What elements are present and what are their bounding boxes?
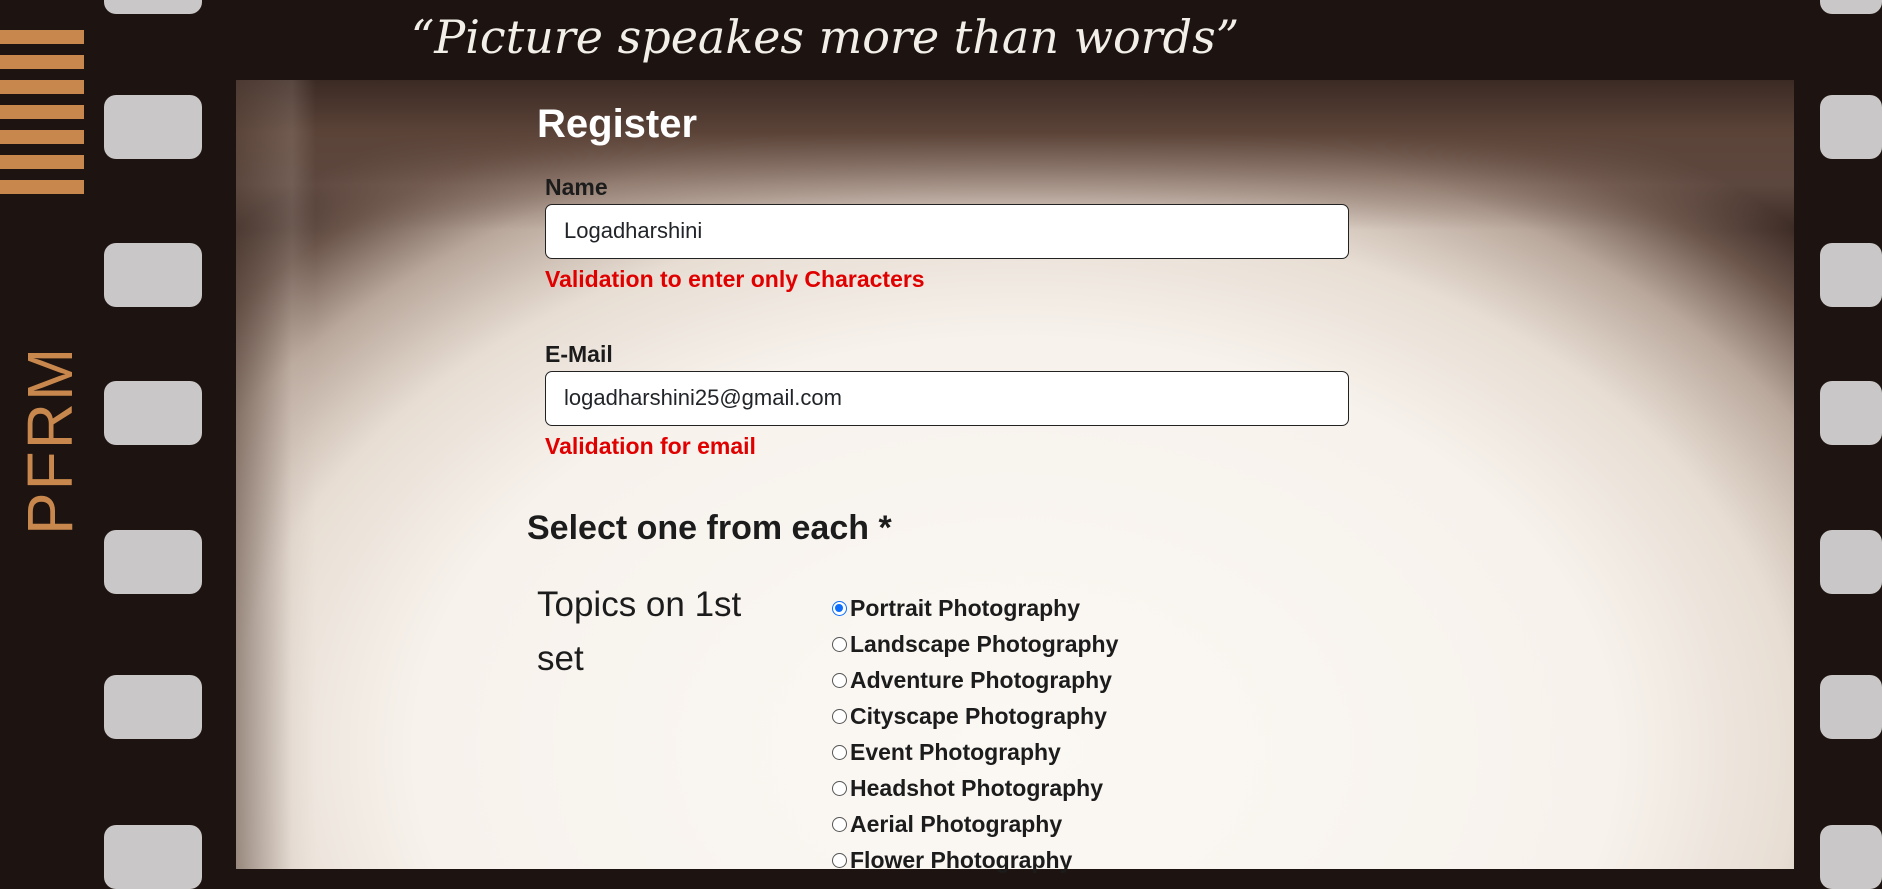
radio-option[interactable]: Aerial Photography (832, 806, 1118, 842)
radio-option[interactable]: Cityscape Photography (832, 698, 1118, 734)
sprocket-hole (104, 95, 202, 159)
sprocket-hole (1820, 0, 1882, 14)
film-strip-right (1794, 0, 1882, 889)
email-field[interactable]: logadharshini25@gmail.com (545, 371, 1349, 426)
radio-button[interactable] (832, 600, 847, 616)
sprocket-hole (1820, 530, 1882, 594)
radio-button[interactable] (832, 816, 847, 832)
radio-option[interactable]: Event Photography (832, 734, 1118, 770)
radio-button[interactable] (832, 636, 847, 652)
sprocket-hole (104, 675, 202, 739)
radio-option-label: Headshot Photography (850, 774, 1104, 801)
sprocket-hole (1820, 675, 1882, 739)
sprocket-hole (104, 825, 202, 889)
tagline-quote: “Picture speakes more than words” (410, 10, 1240, 64)
radio-option[interactable]: Adventure Photography (832, 662, 1118, 698)
radio-option[interactable]: Landscape Photography (832, 626, 1118, 662)
radio-option[interactable]: Headshot Photography (832, 770, 1118, 806)
sprocket-hole (104, 0, 202, 14)
name-error: Validation to enter only Characters (545, 266, 925, 292)
sprocket-hole (1820, 243, 1882, 307)
name-field[interactable]: Logadharshini (545, 204, 1349, 259)
sprocket-hole (104, 530, 202, 594)
film-strip-left: PFRM (0, 0, 236, 889)
sprocket-hole (1820, 381, 1882, 445)
radio-option-label: Flower Photography (850, 846, 1073, 873)
radio-button[interactable] (832, 744, 847, 760)
topic-options: Portrait Photography Landscape Photograp… (832, 590, 1118, 878)
radio-option-label: Cityscape Photography (850, 702, 1107, 729)
sprocket-hole (104, 381, 202, 445)
radio-option-label: Aerial Photography (850, 810, 1063, 837)
radio-option-label: Landscape Photography (850, 630, 1119, 657)
sprocket-hole (104, 243, 202, 307)
radio-option-label: Portrait Photography (850, 594, 1081, 621)
sprocket-hole (1820, 95, 1882, 159)
radio-option[interactable]: Flower Photography (832, 842, 1118, 878)
email-error: Validation for email (545, 433, 756, 459)
brand-logo: PFRM (14, 345, 86, 535)
radio-button[interactable] (832, 780, 847, 796)
radio-option-label: Event Photography (850, 738, 1061, 765)
topic-set-label: Topics on 1st set (537, 585, 742, 678)
header-band: “Picture speakes more than words” (236, 0, 1794, 80)
name-label: Name (545, 174, 608, 200)
radio-option-label: Adventure Photography (850, 666, 1112, 693)
sprocket-hole (1820, 825, 1882, 889)
radio-button[interactable] (832, 708, 847, 724)
select-heading: Select one from each * (527, 509, 892, 547)
film-strip-bars (0, 30, 84, 205)
radio-option[interactable]: Portrait Photography (832, 590, 1118, 626)
email-label: E-Mail (545, 341, 613, 367)
radio-button[interactable] (832, 852, 847, 868)
radio-button[interactable] (832, 672, 847, 688)
page-title: Register (537, 102, 698, 146)
